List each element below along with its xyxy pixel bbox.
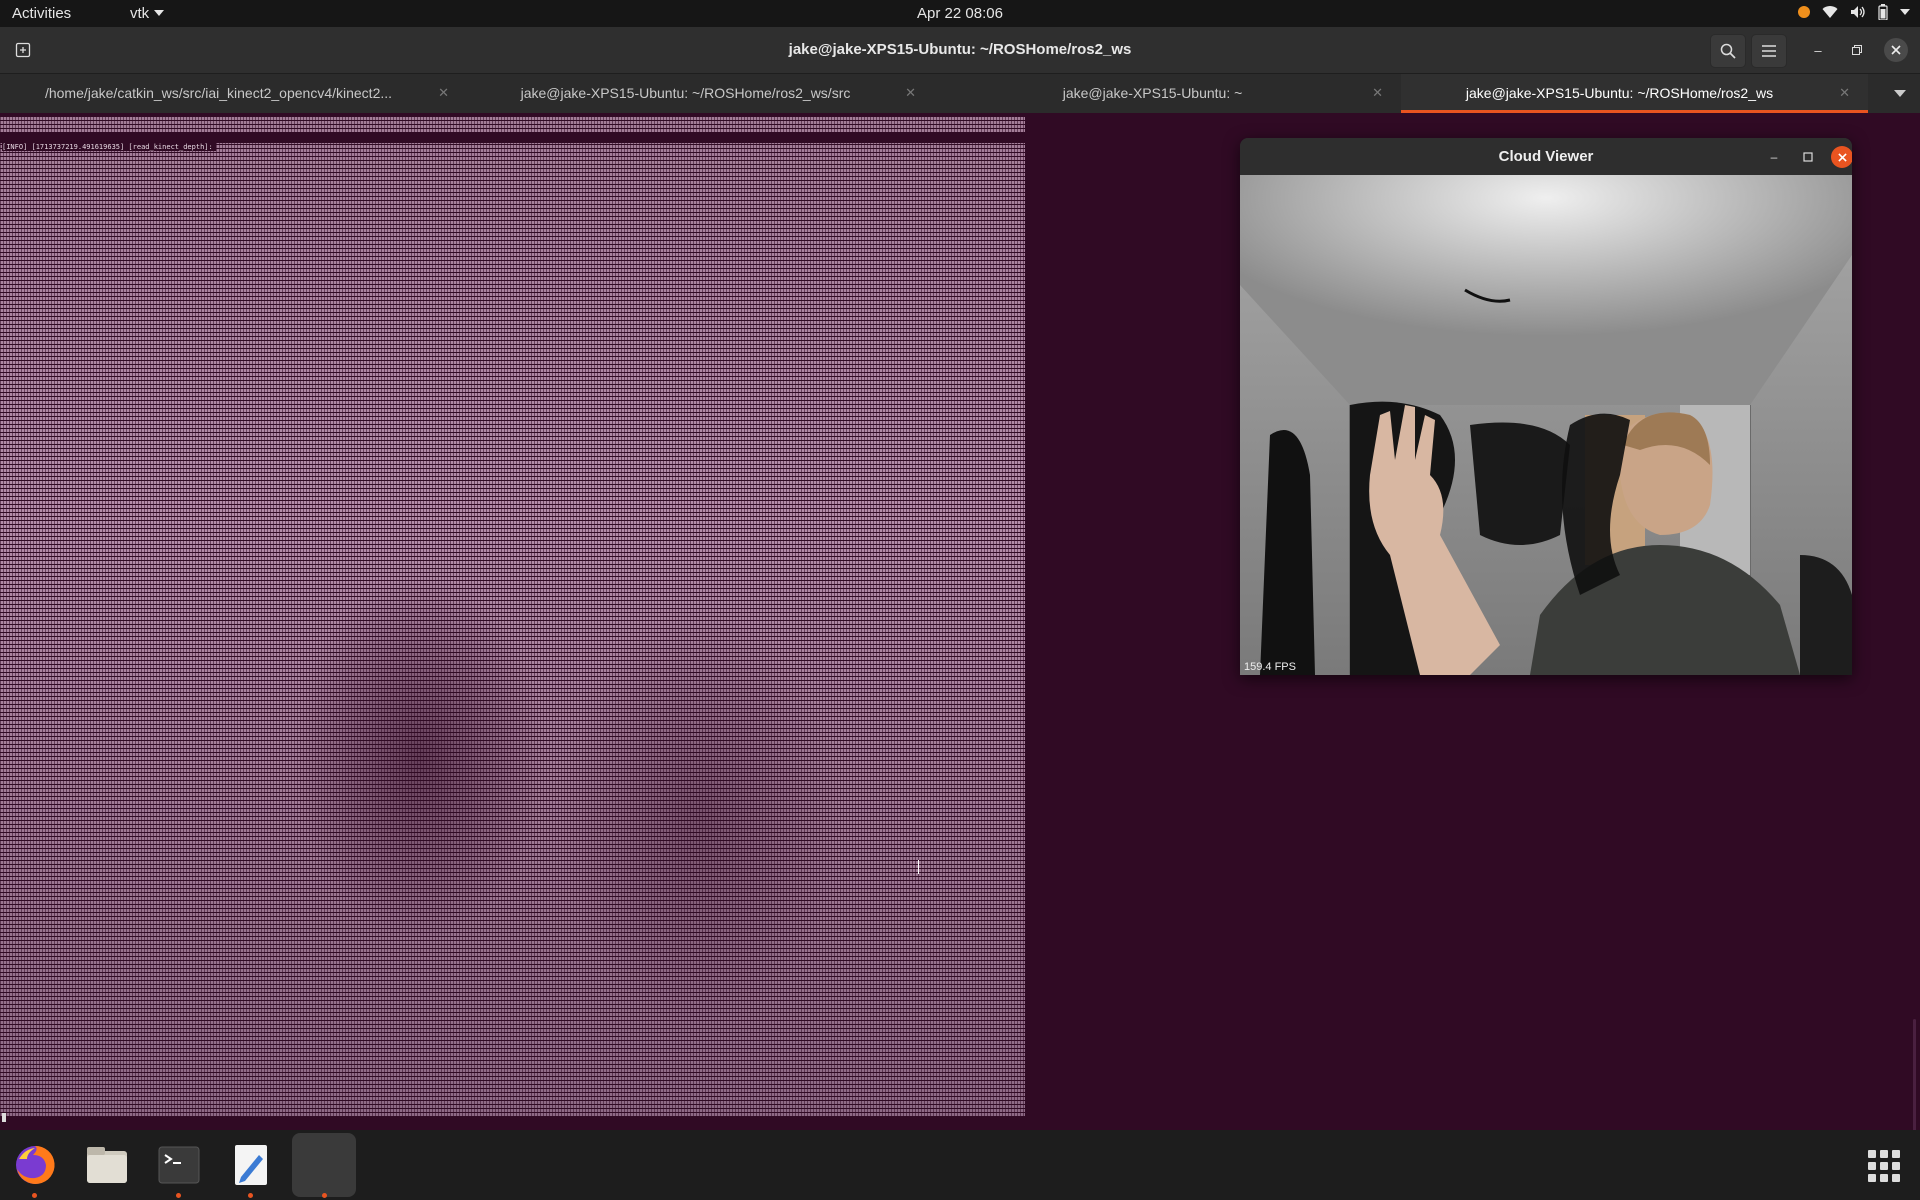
- clock[interactable]: Apr 22 08:06: [917, 5, 1003, 22]
- cloud-viewer-minimize-button[interactable]: –: [1763, 146, 1785, 168]
- ascii-gap: [0, 133, 1025, 143]
- dock-item-terminal[interactable]: [154, 1140, 204, 1198]
- tab-label: /home/jake/catkin_ws/src/iai_kinect2_ope…: [44, 85, 393, 101]
- activities-button[interactable]: Activities: [12, 5, 71, 22]
- point-cloud-scene: [1240, 175, 1852, 675]
- fps-readout: 159.4 FPS: [1244, 661, 1296, 673]
- wifi-icon: [1822, 6, 1838, 19]
- search-icon: [1720, 43, 1736, 59]
- tab-kinect2[interactable]: /home/jake/catkin_ws/src/iai_kinect2_ope…: [0, 74, 467, 113]
- system-menu-chevron-icon: [1900, 9, 1910, 15]
- chevron-down-icon: [154, 10, 165, 16]
- vtk-window-icon: [304, 1145, 344, 1185]
- tab-close-icon[interactable]: ✕: [1372, 85, 1383, 101]
- dock-item-vtk[interactable]: [292, 1133, 356, 1198]
- minimize-icon: –: [1770, 150, 1778, 164]
- volume-icon: [1851, 6, 1865, 18]
- tab-close-icon[interactable]: ✕: [438, 85, 449, 101]
- system-tray[interactable]: [1798, 4, 1910, 20]
- tab-label: jake@jake-XPS15-Ubuntu: ~: [1062, 85, 1243, 101]
- restore-icon: [1852, 45, 1862, 55]
- app-menu[interactable]: vtk: [130, 5, 165, 22]
- tab-close-icon[interactable]: ✕: [1839, 85, 1850, 101]
- cloud-viewer-window[interactable]: Cloud Viewer – 159.4 FPS: [1240, 138, 1852, 675]
- new-tab-button[interactable]: [6, 34, 40, 66]
- tab-label: jake@jake-XPS15-Ubuntu: ~/ROSHome/ros2_w…: [1465, 85, 1774, 101]
- maximize-button[interactable]: [1845, 38, 1869, 62]
- window-title: jake@jake-XPS15-Ubuntu: ~/ROSHome/ros2_w…: [788, 41, 1132, 58]
- close-button[interactable]: [1884, 38, 1908, 62]
- maximize-icon: [1803, 152, 1813, 162]
- dock-item-firefox[interactable]: [10, 1140, 60, 1198]
- search-button[interactable]: [1710, 34, 1746, 68]
- running-indicator: [322, 1193, 327, 1198]
- scrollbar[interactable]: [1913, 1019, 1916, 1130]
- tab-home[interactable]: jake@jake-XPS15-Ubuntu: ~ ✕: [934, 74, 1401, 113]
- battery-icon: [1878, 4, 1888, 20]
- dock-item-files[interactable]: [82, 1140, 132, 1190]
- hamburger-menu-icon: [1762, 45, 1776, 57]
- ascii-depth-image: [INFO] [1713737219.491619635] [read_kine…: [0, 117, 1025, 1117]
- app-menu-label: vtk: [130, 5, 150, 22]
- cloud-viewer-titlebar[interactable]: Cloud Viewer –: [1240, 138, 1852, 175]
- log-info-line: [INFO] [1713737219.491619635] [read_kine…: [2, 143, 216, 151]
- text-cursor-icon: [918, 860, 925, 874]
- cloud-viewer-title: Cloud Viewer: [1498, 148, 1594, 165]
- tab-ros2-ws[interactable]: jake@jake-XPS15-Ubuntu: ~/ROSHome/ros2_w…: [1401, 74, 1868, 113]
- dock-item-text-editor[interactable]: [226, 1140, 276, 1198]
- minimize-button[interactable]: –: [1806, 38, 1830, 62]
- top-bar: Activities vtk Apr 22 08:06: [0, 0, 1920, 27]
- tab-list-chevron-icon[interactable]: [1894, 90, 1906, 97]
- close-icon: [1837, 152, 1847, 162]
- tab-close-icon[interactable]: ✕: [905, 85, 916, 101]
- running-indicator: [32, 1193, 37, 1198]
- text-editor-icon: [235, 1145, 267, 1185]
- tab-label: jake@jake-XPS15-Ubuntu: ~/ROSHome/ros2_w…: [520, 85, 851, 101]
- notification-dot-icon: [1798, 6, 1810, 18]
- dock: [0, 1130, 1920, 1200]
- terminal-headerbar: jake@jake-XPS15-Ubuntu: ~/ROSHome/ros2_w…: [0, 27, 1920, 74]
- cloud-viewer-maximize-button[interactable]: [1797, 146, 1819, 168]
- tab-ros2-ws-src[interactable]: jake@jake-XPS15-Ubuntu: ~/ROSHome/ros2_w…: [467, 74, 934, 113]
- close-icon: [1891, 45, 1901, 55]
- running-indicator: [248, 1193, 253, 1198]
- running-indicator: [176, 1193, 181, 1198]
- show-applications-icon[interactable]: [1868, 1150, 1900, 1182]
- hamburger-menu-button[interactable]: [1751, 34, 1787, 68]
- point-cloud-render[interactable]: 159.4 FPS: [1240, 175, 1852, 675]
- new-tab-icon: [15, 42, 31, 58]
- cloud-viewer-close-button[interactable]: [1831, 146, 1852, 168]
- files-icon: [87, 1147, 127, 1183]
- terminal-icon: [158, 1146, 200, 1184]
- minimize-icon: –: [1814, 42, 1822, 58]
- tab-bar: /home/jake/catkin_ws/src/iai_kinect2_ope…: [0, 74, 1920, 113]
- terminal-cursor: [2, 1113, 6, 1122]
- firefox-icon: [16, 1145, 55, 1184]
